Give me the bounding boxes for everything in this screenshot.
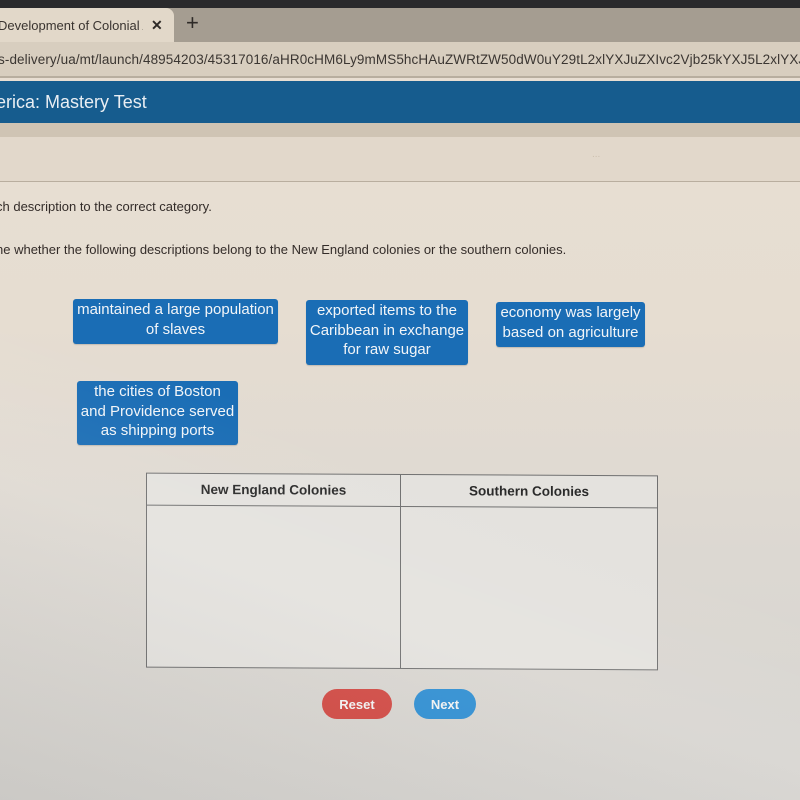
header-divider xyxy=(0,123,800,137)
monitor-bezel xyxy=(0,0,800,8)
close-icon[interactable]: ✕ xyxy=(151,17,163,34)
drop-zone-southern[interactable] xyxy=(401,508,657,669)
category-column-southern: Southern Colonies xyxy=(401,474,657,669)
draggable-card[interactable]: the cities of Boston and Providence serv… xyxy=(77,381,238,445)
draggable-card[interactable]: maintained a large population of slaves xyxy=(73,299,278,344)
category-column-new-england: New England Colonies xyxy=(147,473,401,668)
page-title: erica: Mastery Test xyxy=(0,91,147,112)
browser-tab-bar: Development of Colonial Am ✕ + xyxy=(0,8,800,42)
browser-tab-active[interactable]: Development of Colonial Am ✕ xyxy=(0,8,174,42)
drop-zone-new-england[interactable] xyxy=(147,507,400,668)
draggable-card[interactable]: economy was largely based on agriculture xyxy=(496,302,645,347)
instruction-drag: ch description to the correct category. xyxy=(0,199,212,214)
app-header: erica: Mastery Test xyxy=(0,81,800,123)
category-header: Southern Colonies xyxy=(401,474,657,509)
new-tab-plus-icon[interactable]: + xyxy=(186,10,199,36)
screen: Development of Colonial Am ✕ + s-deliver… xyxy=(0,0,800,800)
reset-button[interactable]: Reset xyxy=(322,689,392,719)
next-button[interactable]: Next xyxy=(414,689,476,719)
address-bar[interactable]: s-delivery/ua/mt/launch/48954203/4531701… xyxy=(0,42,800,78)
faint-toolbar-text: ... xyxy=(592,149,601,160)
tab-title: Development of Colonial Am xyxy=(0,17,143,33)
url-text[interactable]: s-delivery/ua/mt/launch/48954203/4531701… xyxy=(0,52,800,67)
draggable-card[interactable]: exported items to the Caribbean in excha… xyxy=(306,300,468,365)
category-table: New England Colonies Southern Colonies xyxy=(146,472,658,671)
instruction-determine: ne whether the following descriptions be… xyxy=(0,242,567,257)
category-header: New England Colonies xyxy=(147,473,400,507)
toolbar-strip: ... xyxy=(0,137,800,182)
